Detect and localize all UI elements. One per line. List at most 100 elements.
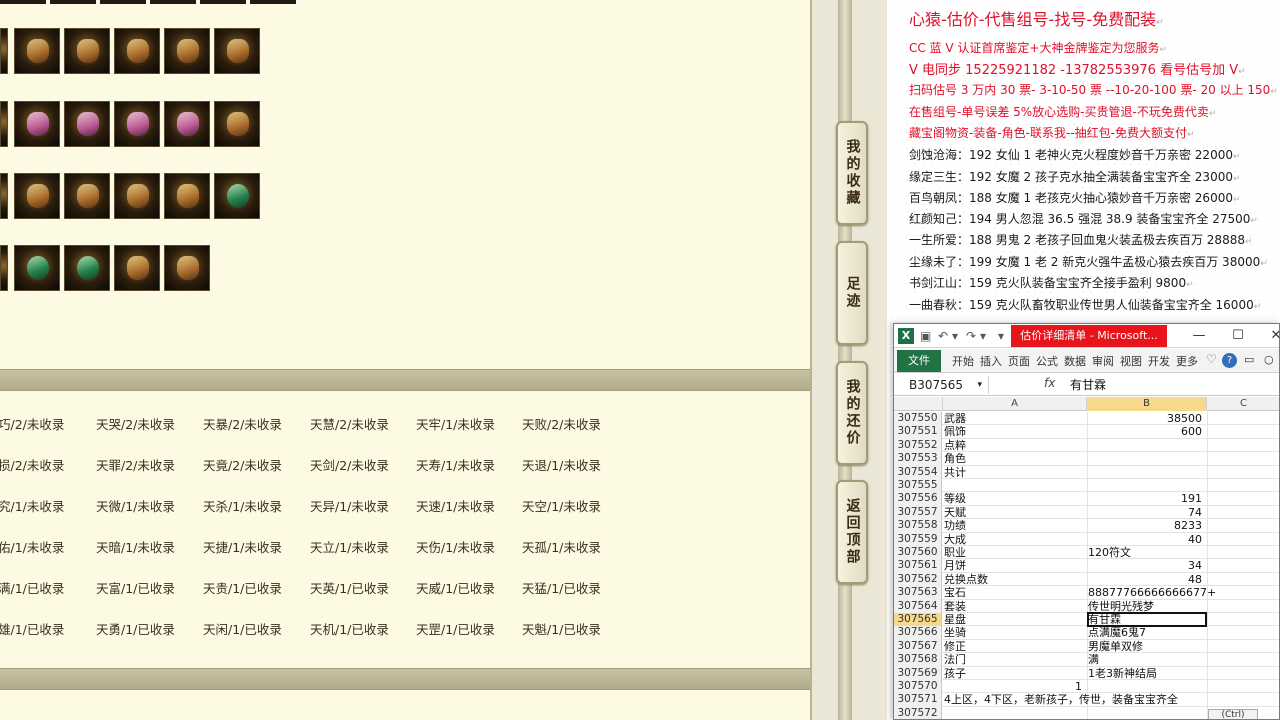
quick-access-menu-icon[interactable]: ▾ [998, 329, 1004, 343]
cell-b[interactable]: 74 [1088, 506, 1206, 519]
cell-a[interactable]: 孩子 [944, 667, 1086, 680]
row-header[interactable]: 307561 [894, 559, 942, 573]
item-icon[interactable] [164, 173, 210, 219]
paste-options-button[interactable]: (Ctrl) [1208, 709, 1258, 719]
item-icon[interactable] [14, 245, 60, 291]
name-box-dropdown-icon[interactable]: ▾ [977, 376, 982, 394]
cell-a[interactable]: 4上区，4下区，老新孩子，传世，装备宝宝齐全 [944, 693, 1178, 706]
item-icon[interactable] [14, 101, 60, 147]
cell-a[interactable]: 套装 [944, 600, 1086, 613]
item-icon[interactable] [64, 28, 110, 74]
nav-tab-back-top[interactable]: 返回顶部 [836, 480, 868, 584]
item-icon[interactable] [214, 101, 260, 147]
cell-b[interactable]: 1老3新神结局 [1088, 667, 1206, 680]
cell-b[interactable]: 满 [1088, 653, 1206, 666]
row-header[interactable]: 307559 [894, 532, 942, 546]
tab-formulas[interactable]: 公式 [1036, 353, 1058, 369]
name-box[interactable]: B307565 ▾ [903, 376, 989, 394]
row-header[interactable]: 307572 [894, 706, 942, 719]
tab-data[interactable]: 数据 [1064, 353, 1086, 369]
row-header[interactable]: 307570 [894, 680, 942, 694]
item-icon[interactable] [114, 245, 160, 291]
cell-b[interactable]: 40 [1088, 533, 1206, 546]
item-icon[interactable] [64, 101, 110, 147]
cell-a[interactable]: 点粹 [944, 439, 1086, 452]
save-icon[interactable]: ▣ [920, 329, 931, 343]
row-header[interactable]: 307563 [894, 586, 942, 600]
cell-b[interactable]: 88877766666666677+ [1088, 586, 1216, 599]
item-icon[interactable] [64, 173, 110, 219]
item-icon[interactable] [114, 28, 160, 74]
cell-a[interactable]: 职业 [944, 546, 1086, 559]
close-icon[interactable]: ✕ [1266, 326, 1279, 346]
cell-a[interactable]: 大成 [944, 533, 1086, 546]
tab-insert[interactable]: 插入 [980, 353, 1002, 369]
row-header[interactable]: 307565 [894, 613, 942, 627]
cell-b[interactable]: 34 [1088, 559, 1206, 572]
row-header[interactable]: 307558 [894, 519, 942, 533]
cell-b[interactable]: 男魔单双修 [1088, 640, 1206, 653]
cell-b[interactable]: 8233 [1088, 519, 1206, 532]
cell-b[interactable]: 48 [1088, 573, 1206, 586]
spreadsheet-grid[interactable]: 307550 武器 38500 307551 佩饰 600 307552 点粹 307553 角色… [894, 412, 1279, 719]
cell-a[interactable]: 武器 [944, 412, 1086, 425]
cell-a[interactable]: 佩饰 [944, 425, 1086, 438]
cell-a[interactable]: 兑换点数 [944, 573, 1086, 586]
column-header-b[interactable]: B [1087, 397, 1207, 411]
tab-file[interactable]: 文件 [897, 350, 941, 372]
tab-more[interactable]: 更多 [1176, 353, 1198, 369]
item-icon-partial[interactable] [0, 245, 8, 291]
item-icon[interactable] [214, 28, 260, 74]
ribbon-minimize-icon[interactable]: ▭ [1244, 353, 1254, 366]
nav-tab-favorites[interactable]: 我的收藏 [836, 121, 868, 225]
row-header[interactable]: 307555 [894, 479, 942, 493]
item-icon[interactable] [214, 173, 260, 219]
cell-b[interactable]: 点满魔6鬼7 [1088, 626, 1206, 639]
item-icon[interactable] [14, 173, 60, 219]
cell-a[interactable]: 宝石 [944, 586, 1086, 599]
item-icon-partial[interactable] [0, 28, 8, 74]
row-header[interactable]: 307567 [894, 639, 942, 654]
row-header[interactable]: 307566 [894, 626, 942, 640]
cell-b[interactable]: 600 [1088, 425, 1206, 438]
item-icon[interactable] [64, 245, 110, 291]
column-header-c[interactable]: C [1207, 397, 1279, 411]
row-header[interactable]: 307553 [894, 452, 942, 466]
cell-a[interactable]: 1 [944, 680, 1086, 693]
cell-a[interactable]: 月饼 [944, 559, 1086, 572]
feedback-heart-icon[interactable]: ♡ [1206, 352, 1217, 366]
cell-a[interactable]: 修正 [944, 640, 1086, 653]
nav-tab-offers[interactable]: 我的还价 [836, 361, 868, 465]
cell-a[interactable]: 共计 [944, 466, 1086, 479]
item-icon[interactable] [114, 173, 160, 219]
item-icon[interactable] [164, 245, 210, 291]
item-icon[interactable] [164, 101, 210, 147]
cell-b[interactable]: 120符文 [1088, 546, 1206, 559]
cell-a[interactable]: 坐骑 [944, 626, 1086, 639]
redo-icon[interactable]: ↷ [966, 329, 976, 343]
nav-tab-footprints[interactable]: 足迹 [836, 241, 868, 345]
row-header[interactable]: 307552 [894, 438, 942, 453]
tab-home[interactable]: 开始 [952, 353, 974, 369]
cell-a[interactable]: 天赋 [944, 506, 1086, 519]
redo-dropdown-icon[interactable]: ▾ [980, 329, 986, 343]
row-header[interactable]: 307564 [894, 599, 942, 613]
cell-a[interactable]: 等级 [944, 492, 1086, 505]
row-header[interactable]: 307569 [894, 666, 942, 680]
item-icon-partial[interactable] [0, 173, 8, 219]
cell-b[interactable]: 191 [1088, 492, 1206, 505]
ribbon-close-icon[interactable]: ○ [1264, 353, 1274, 366]
row-header[interactable]: 307550 [894, 412, 942, 426]
item-icon[interactable] [114, 101, 160, 147]
maximize-icon[interactable]: ☐ [1228, 326, 1248, 346]
tab-view[interactable]: 视图 [1120, 353, 1142, 369]
row-header[interactable]: 307571 [894, 693, 942, 707]
row-header[interactable]: 307556 [894, 492, 942, 506]
row-header[interactable]: 307562 [894, 572, 942, 587]
cell-b[interactable]: 传世明光残梦 [1088, 600, 1206, 613]
cell-a[interactable]: 星盘 [944, 613, 1086, 626]
column-header-a[interactable]: A [943, 397, 1087, 411]
cell-b[interactable]: 38500 [1088, 412, 1206, 425]
row-header[interactable]: 307554 [894, 465, 942, 479]
row-header[interactable]: 307557 [894, 505, 942, 520]
